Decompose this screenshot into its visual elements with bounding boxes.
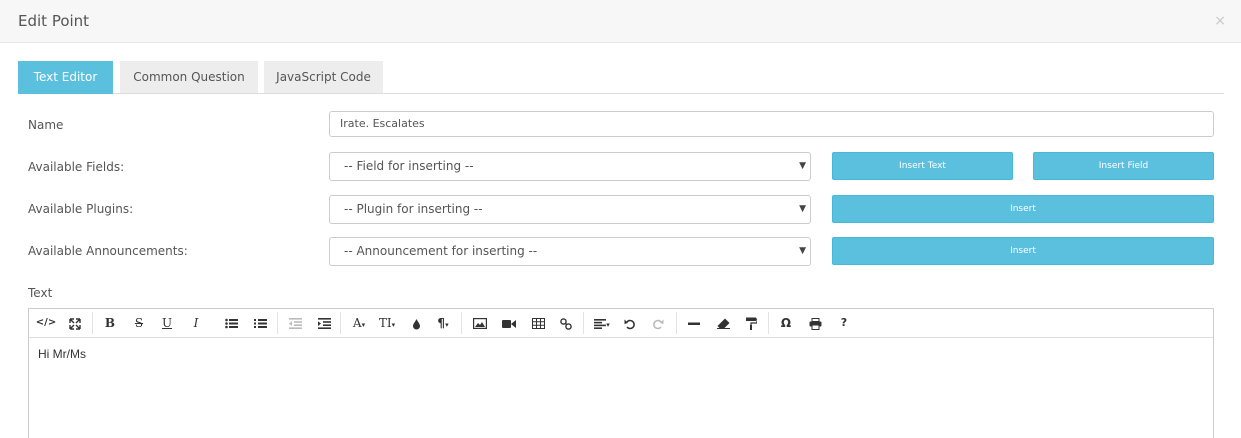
toolbar-divider xyxy=(277,312,278,334)
font-family-glyph: A xyxy=(352,316,362,330)
italic-icon[interactable]: I xyxy=(185,309,207,337)
underline-icon[interactable]: U xyxy=(156,309,178,337)
bold-icon[interactable]: B xyxy=(99,309,121,337)
chevron-down-icon: ▼ xyxy=(799,204,806,214)
modal-title: Edit Point xyxy=(18,12,90,30)
insert-announcement-button[interactable]: Insert xyxy=(832,237,1214,265)
tab-common-question[interactable]: Common Question xyxy=(120,61,258,93)
chevron-down-icon: ▼ xyxy=(799,246,806,256)
paint-format-icon[interactable] xyxy=(740,309,762,337)
chevron-down-icon: ▼ xyxy=(799,161,806,171)
link-icon[interactable] xyxy=(555,309,577,337)
insert-field-button[interactable]: Insert Field xyxy=(1033,152,1214,180)
fullscreen-icon[interactable] xyxy=(64,309,86,337)
paragraph-icon[interactable]: ¶▾ xyxy=(430,309,456,337)
available-plugins-label: Available Plugins: xyxy=(28,202,134,216)
video-icon[interactable] xyxy=(498,309,520,337)
caret-down-icon: ▾ xyxy=(391,321,396,329)
toolbar-divider xyxy=(676,312,677,334)
unordered-list-icon[interactable] xyxy=(220,309,242,337)
name-label: Name xyxy=(28,118,64,132)
fields-select[interactable]: -- Field for inserting -- ▼ xyxy=(329,152,811,181)
insert-plugin-button[interactable]: Insert xyxy=(832,195,1214,223)
image-icon[interactable] xyxy=(469,309,491,337)
paragraph-glyph: ¶ xyxy=(437,316,446,330)
plugins-select-value: -- Plugin for inserting -- xyxy=(344,202,483,216)
outdent-icon[interactable] xyxy=(284,309,306,337)
text-label: Text xyxy=(28,286,53,300)
indent-icon[interactable] xyxy=(313,309,335,337)
available-fields-label: Available Fields: xyxy=(28,160,125,174)
print-icon[interactable] xyxy=(804,309,826,337)
rich-text-editor: </> B S U I A▾ TI▾ ¶▾ ▾ Ω ? Hi Mr/Ms xyxy=(28,308,1214,438)
font-size-glyph: TI xyxy=(378,316,392,330)
name-input[interactable]: Irate. Escalates xyxy=(329,111,1214,137)
undo-icon[interactable] xyxy=(619,309,641,337)
caret-down-icon: ▾ xyxy=(606,321,610,329)
color-drop-icon[interactable] xyxy=(406,309,426,337)
tab-javascript-code[interactable]: JavaScript Code xyxy=(264,61,383,93)
editor-toolbar: </> B S U I A▾ TI▾ ¶▾ ▾ Ω ? xyxy=(29,309,1213,338)
align-icon[interactable]: ▾ xyxy=(589,309,615,337)
help-icon[interactable]: ? xyxy=(833,309,855,337)
editor-content[interactable]: Hi Mr/Ms xyxy=(29,338,1213,370)
tab-text-editor[interactable]: Text Editor xyxy=(18,61,113,94)
toolbar-divider xyxy=(92,312,93,334)
announcements-select-value: -- Announcement for inserting -- xyxy=(344,244,538,258)
tab-bar: Text Editor Common Question JavaScript C… xyxy=(18,61,1224,94)
toolbar-divider xyxy=(461,312,462,334)
font-size-icon[interactable]: TI▾ xyxy=(374,309,400,337)
strikethrough-icon[interactable]: S xyxy=(128,309,150,337)
toolbar-divider xyxy=(768,312,769,334)
eraser-icon[interactable] xyxy=(712,309,734,337)
redo-icon[interactable] xyxy=(647,309,669,337)
caret-down-icon: ▾ xyxy=(361,321,366,329)
insert-text-button[interactable]: Insert Text xyxy=(832,152,1013,180)
available-announcements-label: Available Announcements: xyxy=(28,244,188,258)
announcements-select[interactable]: -- Announcement for inserting -- ▼ xyxy=(329,237,811,266)
ordered-list-icon[interactable] xyxy=(249,309,271,337)
horizontal-rule-icon[interactable] xyxy=(683,309,705,337)
toolbar-divider xyxy=(583,312,584,334)
caret-down-icon: ▾ xyxy=(445,321,449,329)
modal-header: Edit Point × xyxy=(0,0,1241,43)
toolbar-divider xyxy=(340,312,341,334)
code-view-icon[interactable]: </> xyxy=(35,309,57,337)
special-character-icon[interactable]: Ω xyxy=(775,309,797,337)
table-icon[interactable] xyxy=(527,309,549,337)
plugins-select[interactable]: -- Plugin for inserting -- ▼ xyxy=(329,195,811,224)
close-button[interactable]: × xyxy=(1214,13,1226,29)
fields-select-value: -- Field for inserting -- xyxy=(344,159,474,173)
font-family-icon[interactable]: A▾ xyxy=(346,309,372,337)
